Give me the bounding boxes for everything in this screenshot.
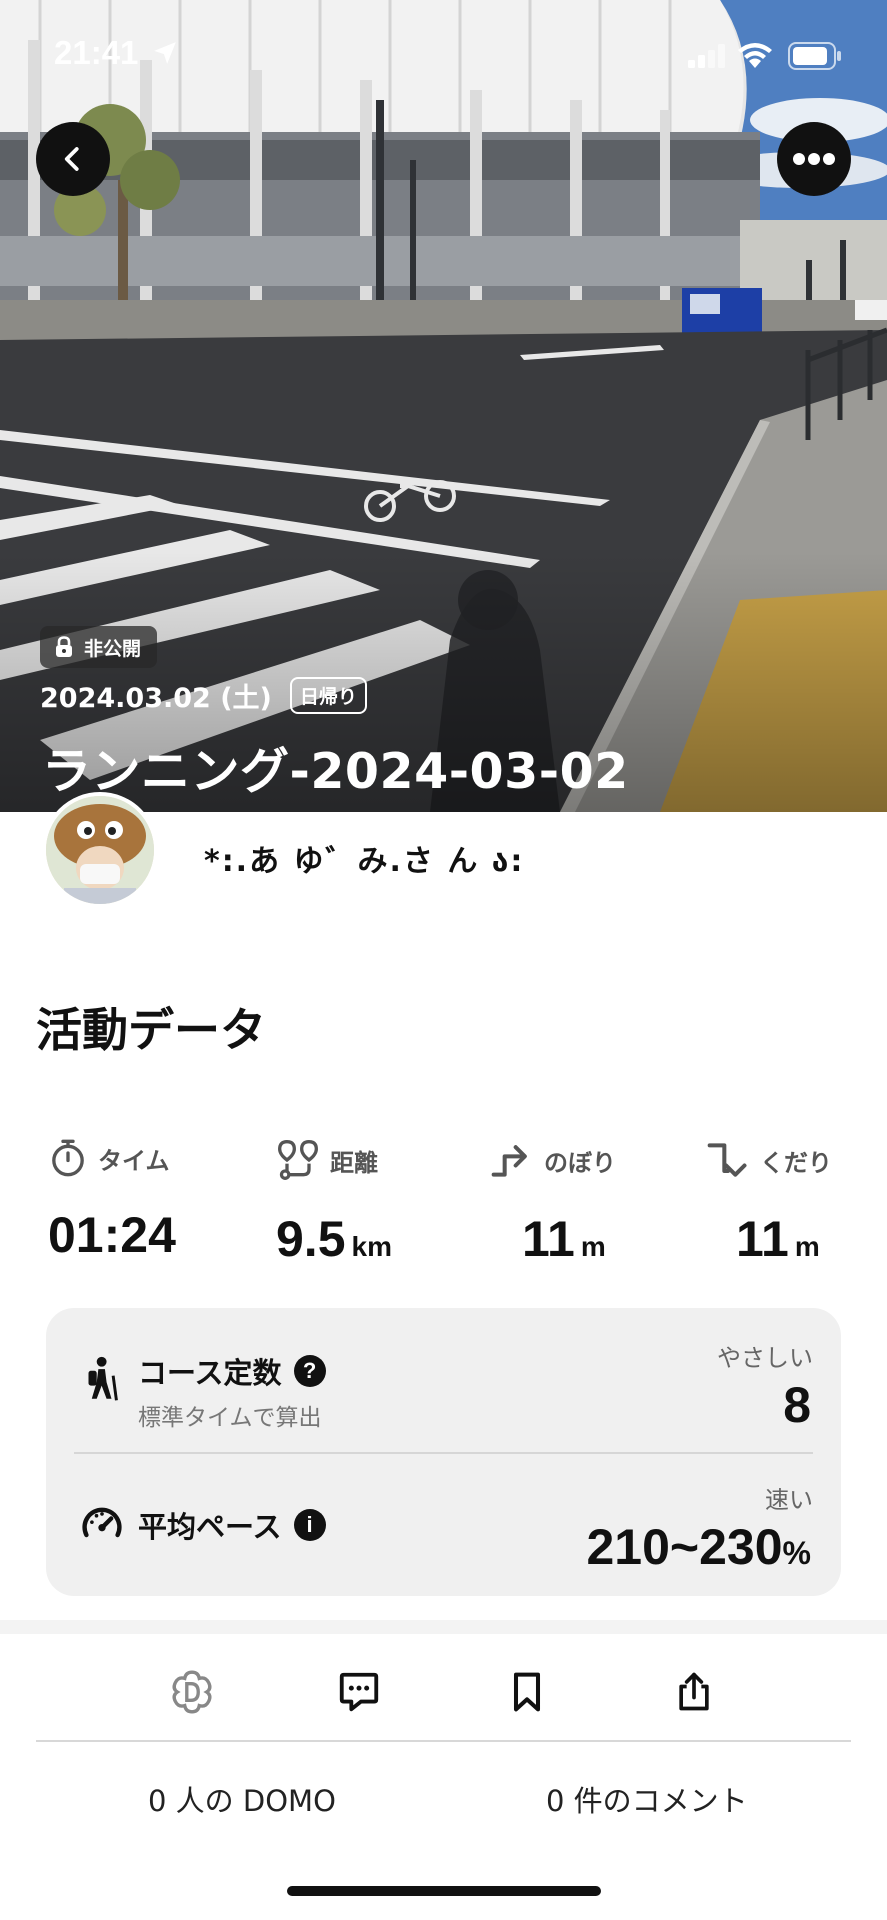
battery-icon — [788, 42, 841, 70]
avatar-image — [46, 796, 154, 904]
course-constant-sublabel: 標準タイムで算出 — [138, 1405, 322, 1431]
activity-date-row: 2024.03.02 (土) 日帰り — [40, 676, 367, 715]
actions-divider — [36, 1740, 851, 1742]
activity-title: ランニング-2024-03-02 — [42, 743, 629, 800]
activity-stats: タイム 01:24 距離 9.5 km のぼり 11 m くだり 11 m — [0, 1138, 887, 1268]
course-constant-label: コース定数 — [138, 1356, 282, 1390]
share-button[interactable] — [664, 1662, 724, 1722]
cellular-signal-icon — [688, 44, 725, 68]
stat-descent: くだり 11 m — [706, 1138, 832, 1268]
bookmark-button[interactable] — [497, 1662, 557, 1722]
privacy-label: 非公開 — [84, 637, 142, 660]
average-pace-unit: % — [782, 1535, 811, 1571]
stat-time-label: タイム — [98, 1146, 170, 1175]
domo-count-link[interactable]: 0 人の DOMO — [148, 1778, 336, 1820]
activity-date: 2024.03.02 (土) — [40, 683, 272, 714]
speedometer-icon — [82, 1507, 122, 1538]
stat-descent-unit: m — [794, 1231, 820, 1262]
domo-button[interactable] — [162, 1662, 222, 1722]
stopwatch-icon — [52, 1139, 84, 1177]
comment-button[interactable] — [329, 1662, 389, 1722]
stat-ascent: のぼり 11 m — [490, 1138, 616, 1268]
section-title-activity-data: 活動データ — [36, 1003, 266, 1057]
help-question-icon[interactable]: ? — [293, 1355, 326, 1387]
average-pace-value-wrap: 210~230% — [587, 1518, 812, 1576]
descent-arrow-icon — [707, 1143, 747, 1177]
bookmark-icon — [513, 1672, 541, 1712]
course-constant-row: コース定数 ? 標準タイムで算出 やさしい 8 — [46, 1308, 841, 1453]
stat-descent-label: くだり — [760, 1148, 832, 1177]
average-pace-row: 平均ペース i 速い 210~230% — [46, 1454, 841, 1596]
lock-icon — [56, 636, 72, 657]
action-bar — [0, 1634, 887, 1744]
stat-time: タイム 01:24 — [48, 1138, 176, 1264]
stat-distance: 距離 9.5 km — [276, 1138, 392, 1268]
course-constant-label-row: コース定数 ? — [138, 1350, 326, 1392]
username[interactable]: *:.あ ゆ゛み.さ ん ა: — [204, 836, 524, 880]
difficulty-card: コース定数 ? 標準タイムで算出 やさしい 8 平均ペース i 速い 210~2… — [46, 1308, 841, 1596]
privacy-badge: 非公開 — [40, 626, 158, 668]
trip-type-tag: 日帰り — [289, 677, 367, 714]
average-pace-label: 平均ペース — [138, 1510, 282, 1544]
average-pace-label-row: 平均ペース i — [138, 1504, 326, 1546]
action-bar-separator — [0, 1620, 887, 1634]
avatar[interactable] — [42, 792, 158, 908]
status-bar: 21:41 — [0, 0, 887, 110]
back-button[interactable] — [36, 122, 110, 196]
stat-ascent-value: 11 — [522, 1211, 575, 1267]
share-icon — [679, 1672, 709, 1711]
stat-time-value: 01:24 — [48, 1207, 176, 1263]
info-icon[interactable]: i — [293, 1509, 326, 1541]
stat-ascent-label: のぼり — [544, 1148, 616, 1177]
more-dots-icon — [793, 153, 835, 165]
stat-distance-value: 9.5 — [276, 1211, 346, 1267]
status-time: 21:41 — [54, 34, 139, 71]
domo-flower-icon — [172, 1670, 212, 1714]
stat-ascent-unit: m — [580, 1231, 606, 1262]
route-pin-icon — [278, 1140, 318, 1180]
home-indicator[interactable] — [287, 1886, 601, 1896]
average-pace-value: 210~230 — [586, 1519, 783, 1575]
hiker-icon — [88, 1356, 118, 1401]
more-options-button[interactable] — [777, 122, 851, 196]
ascent-arrow-icon — [491, 1145, 527, 1177]
average-pace-rank: 速い — [765, 1486, 813, 1514]
comment-bubble-icon — [339, 1672, 379, 1712]
location-arrow-icon — [154, 42, 176, 64]
course-constant-rank: やさしい — [717, 1344, 813, 1372]
wifi-icon — [738, 43, 772, 68]
stat-distance-label: 距離 — [330, 1148, 378, 1177]
stat-descent-value: 11 — [736, 1211, 789, 1267]
chevron-left-icon — [64, 147, 79, 171]
course-constant-value: 8 — [783, 1377, 811, 1433]
stat-distance-unit: km — [351, 1231, 392, 1262]
comment-count-link[interactable]: 0 件のコメント — [546, 1778, 748, 1820]
